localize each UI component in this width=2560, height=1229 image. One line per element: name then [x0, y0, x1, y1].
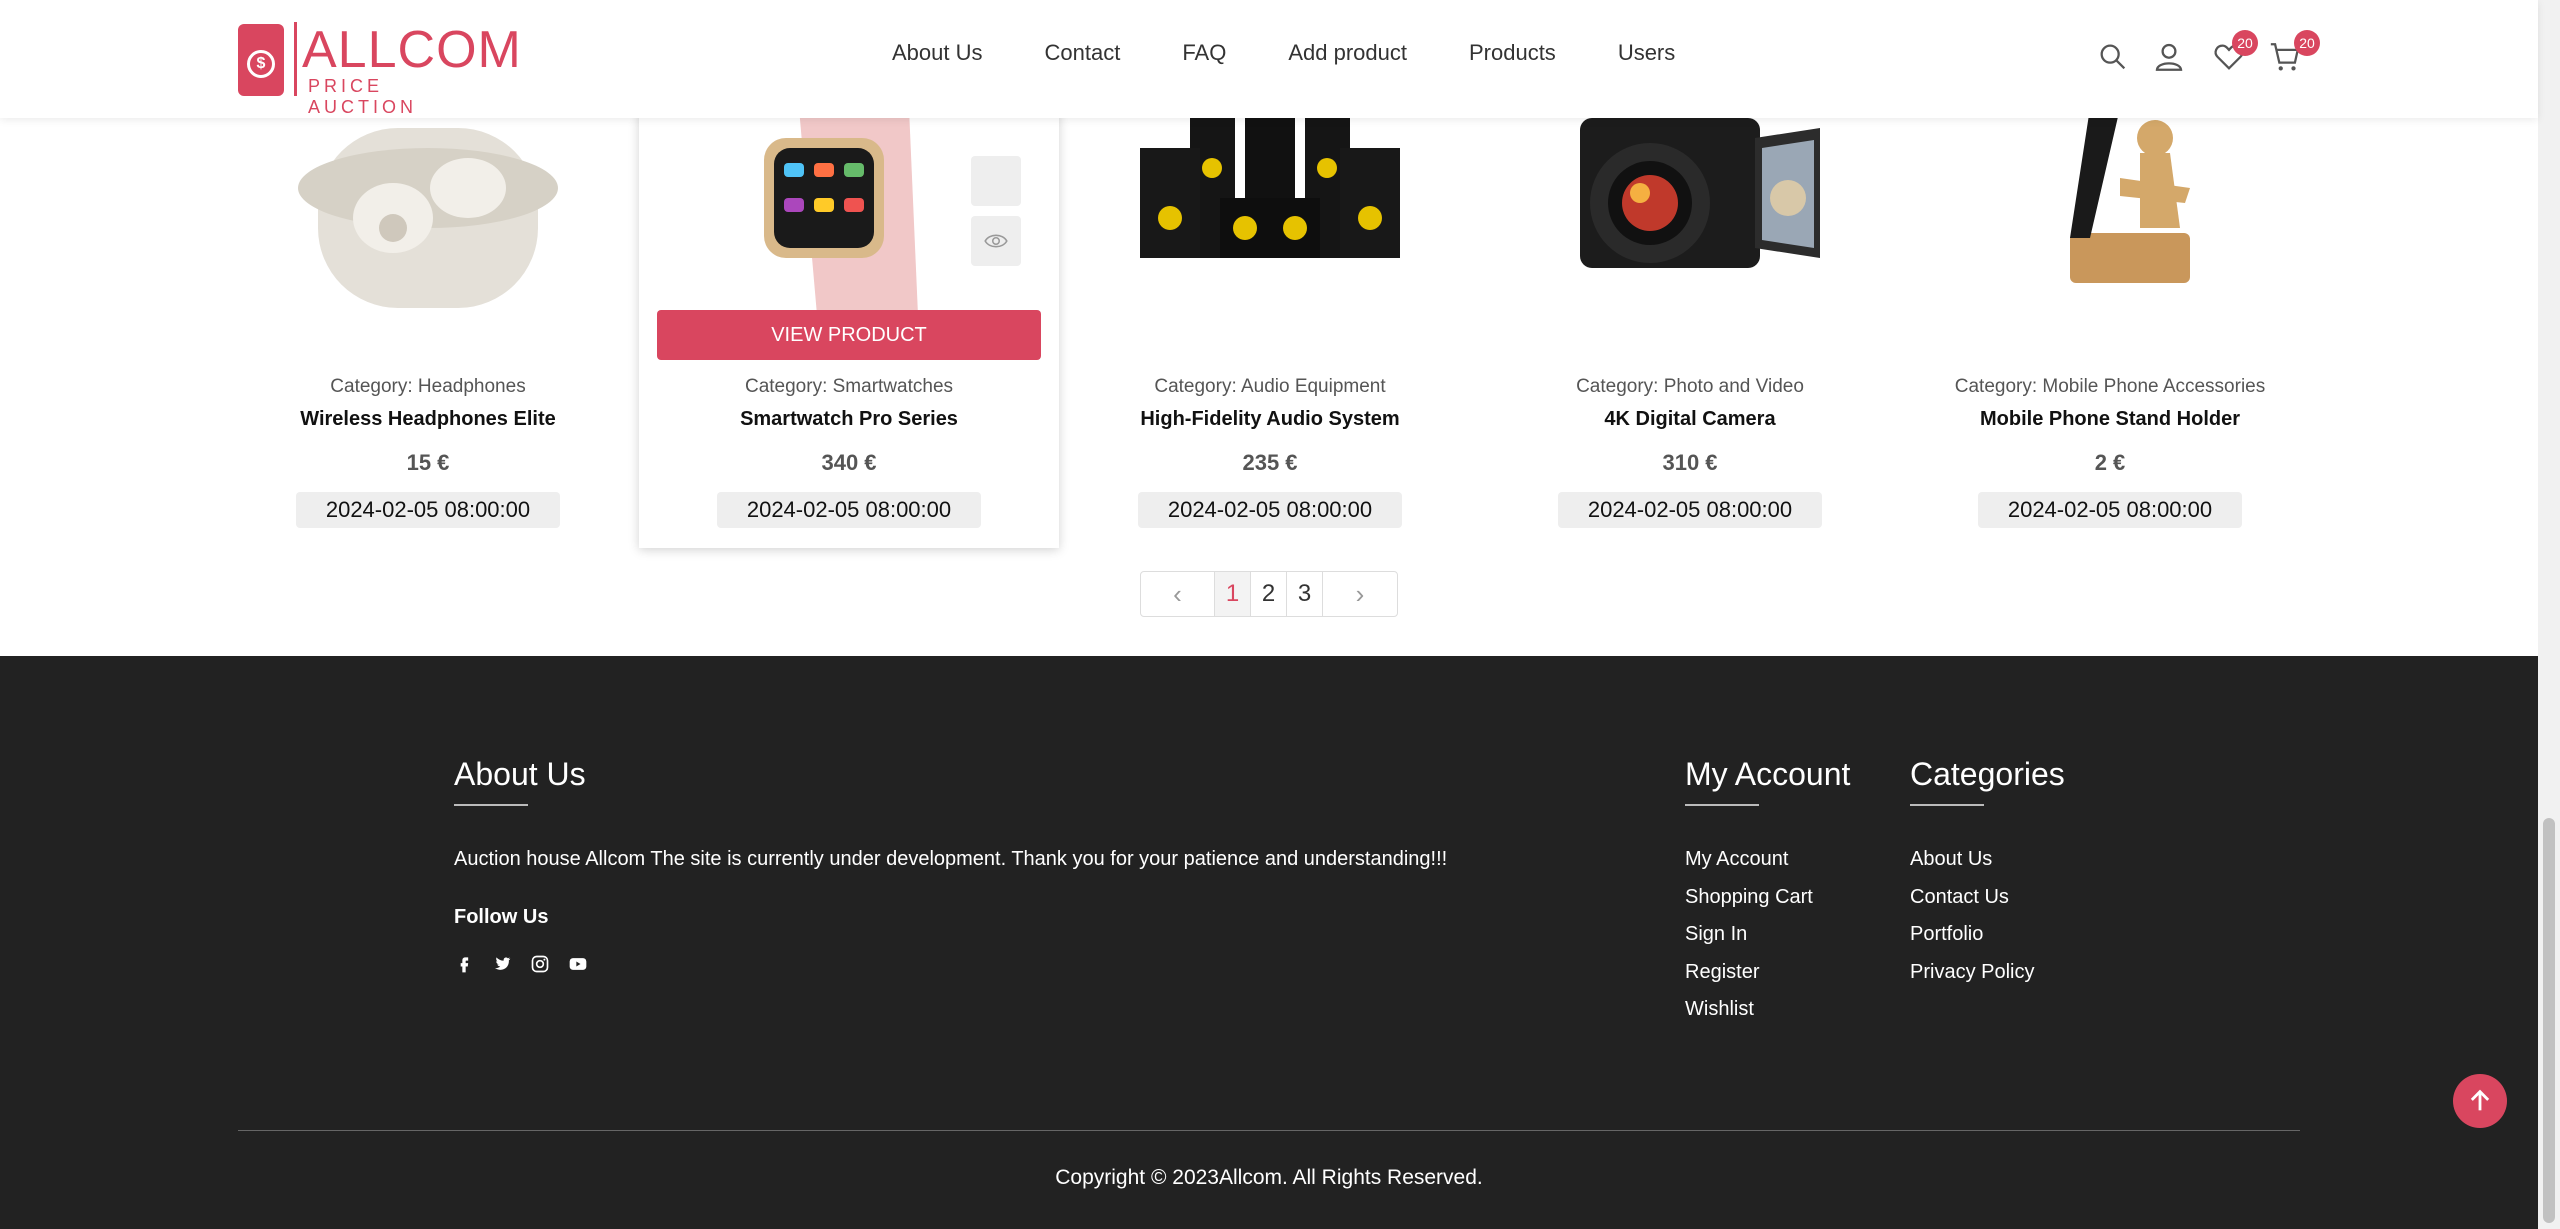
speaker-system-image — [1140, 108, 1400, 258]
product-card[interactable]: VIEW PRODUCT Category: Smartwatches Smar… — [639, 108, 1059, 548]
product-category: Category: Photo and Video — [1576, 376, 1804, 397]
eye-icon — [984, 234, 1008, 248]
auction-date: 2024-02-05 08:00:00 — [1558, 492, 1822, 528]
footer-about-title: About Us — [454, 756, 586, 792]
product-name[interactable]: Mobile Phone Stand Holder — [1900, 408, 2320, 431]
pagination: ‹ 1 2 3 › — [1140, 571, 1398, 617]
quick-view-button[interactable] — [971, 216, 1021, 266]
nav-faq[interactable]: FAQ — [1182, 40, 1226, 66]
product-card[interactable]: Category: Photo and Video 4K Digital Cam… — [1480, 108, 1900, 548]
auction-date: 2024-02-05 08:00:00 — [296, 492, 560, 528]
site-footer: About Us Auction house Allcom The site i… — [0, 656, 2538, 1229]
auction-date: 2024-02-05 08:00:00 — [1138, 492, 1402, 528]
footer-account-title: My Account — [1685, 756, 1851, 792]
search-icon[interactable] — [2096, 40, 2130, 74]
footer-link-wishlist[interactable]: Wishlist — [1685, 998, 1754, 1021]
twitter-icon[interactable] — [492, 954, 512, 974]
social-links — [454, 954, 588, 974]
product-price: 2 € — [2094, 450, 2126, 475]
compare-button[interactable] — [971, 156, 1021, 206]
nav-contact[interactable]: Contact — [1045, 40, 1121, 66]
instagram-icon[interactable] — [530, 954, 550, 974]
product-category: Category: Headphones — [330, 376, 526, 397]
scrollbar-thumb[interactable] — [2543, 818, 2555, 1223]
product-name[interactable]: Smartwatch Pro Series — [639, 408, 1059, 431]
footer-link-sign-in[interactable]: Sign In — [1685, 923, 1747, 946]
facebook-icon[interactable] — [454, 954, 474, 974]
footer-follow-title: Follow Us — [454, 906, 549, 928]
auction-date: 2024-02-05 08:00:00 — [717, 492, 981, 528]
logo-tagline: PRICE AUCTION — [308, 76, 417, 117]
smartwatch-image — [764, 108, 919, 338]
price-tag-logo-icon: $ — [238, 24, 284, 96]
page-scrollbar[interactable] — [2538, 0, 2560, 1229]
product-price: 340 € — [821, 450, 877, 475]
footer-link-shopping-cart[interactable]: Shopping Cart — [1685, 886, 1813, 909]
page-2-button[interactable]: 2 — [1251, 572, 1287, 616]
footer-link-privacy-policy[interactable]: Privacy Policy — [1910, 961, 2034, 984]
product-price: 235 € — [1242, 450, 1298, 475]
wishlist-count-badge: 20 — [2232, 30, 2258, 56]
product-name[interactable]: High-Fidelity Audio System — [1060, 408, 1480, 431]
arrow-up-icon — [2470, 1089, 2490, 1111]
footer-link-my-account[interactable]: My Account — [1685, 848, 1788, 871]
auction-date: 2024-02-05 08:00:00 — [1978, 492, 2242, 528]
page-1-button[interactable]: 1 — [1215, 572, 1251, 616]
copyright-text: Copyright © 2023Allcom. All Rights Reser… — [1055, 1166, 1483, 1189]
nav-users[interactable]: Users — [1618, 40, 1675, 66]
logo-title: ALLCOM — [302, 21, 522, 79]
nav-add-product[interactable]: Add product — [1288, 40, 1407, 66]
site-header: $ ALLCOM PRICE AUCTION About Us Contact … — [0, 0, 2538, 118]
view-product-button[interactable]: VIEW PRODUCT — [657, 310, 1041, 360]
youtube-icon[interactable] — [568, 954, 588, 974]
footer-account-underline — [1685, 804, 1759, 806]
user-icon[interactable] — [2152, 40, 2186, 74]
footer-categories-title: Categories — [1910, 756, 2065, 792]
nav-about-us[interactable]: About Us — [892, 40, 983, 66]
product-card[interactable]: Category: Headphones Wireless Headphones… — [218, 108, 638, 548]
footer-link-portfolio[interactable]: Portfolio — [1910, 923, 1983, 946]
scroll-to-top-button[interactable] — [2453, 1074, 2507, 1128]
cart-count-badge: 20 — [2294, 30, 2320, 56]
product-category: Category: Smartwatches — [744, 376, 954, 397]
allcom-logo[interactable]: $ ALLCOM PRICE AUCTION — [238, 20, 521, 117]
camera-image — [1580, 118, 1820, 268]
footer-categories-underline — [1910, 804, 1984, 806]
page-3-button[interactable]: 3 — [1287, 572, 1323, 616]
product-card[interactable]: Category: Audio Equipment High-Fidelity … — [1060, 108, 1480, 548]
earbuds-image — [298, 128, 558, 308]
footer-divider — [238, 1130, 2300, 1131]
product-price: 15 € — [406, 450, 450, 475]
product-price: 310 € — [1662, 450, 1718, 475]
product-category: Category: Audio Equipment — [1154, 376, 1386, 397]
logo-divider — [294, 22, 297, 96]
footer-link-about-us[interactable]: About Us — [1910, 848, 1992, 871]
footer-link-register[interactable]: Register — [1685, 961, 1759, 984]
nav-products[interactable]: Products — [1469, 40, 1556, 66]
footer-link-contact-us[interactable]: Contact Us — [1910, 886, 2009, 909]
product-name[interactable]: 4K Digital Camera — [1480, 408, 1900, 431]
next-page-button[interactable]: › — [1323, 572, 1397, 616]
product-card[interactable]: Category: Mobile Phone Accessories Mobil… — [1900, 108, 2320, 548]
footer-about-underline — [454, 804, 528, 806]
prev-page-button[interactable]: ‹ — [1141, 572, 1215, 616]
header-icons: 20 20 — [2096, 30, 2326, 80]
product-category: Category: Mobile Phone Accessories — [1954, 376, 2266, 397]
footer-about-text: Auction house Allcom The site is current… — [454, 848, 1448, 870]
phone-stand-image — [2070, 108, 2190, 283]
product-name[interactable]: Wireless Headphones Elite — [218, 408, 638, 431]
main-nav: About Us Contact FAQ Add product Product… — [892, 40, 1737, 66]
